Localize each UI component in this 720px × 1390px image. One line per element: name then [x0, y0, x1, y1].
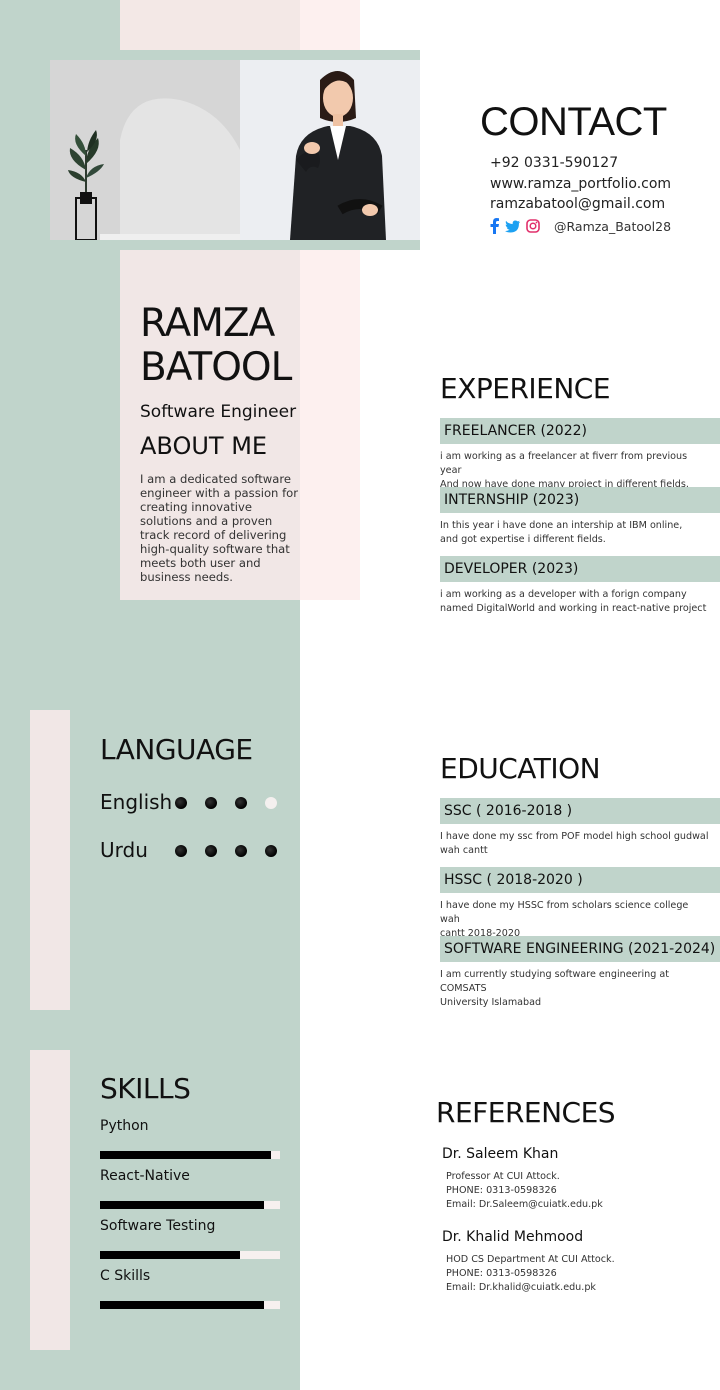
reference-name: Dr. Saleem Khan: [442, 1146, 559, 1162]
education-description: I have done my ssc from POF model high s…: [440, 830, 710, 858]
instagram-icon[interactable]: [526, 219, 540, 233]
skill-name: C Skills: [100, 1268, 151, 1284]
education-heading: SOFTWARE ENGINEERING (2021-2024): [440, 936, 720, 962]
rating-dot-filled: [205, 845, 217, 857]
skills-accent-bar: [30, 1050, 70, 1350]
reference-name: Dr. Khalid Mehmood: [442, 1229, 584, 1245]
decorative-block: [300, 0, 360, 50]
experience-description: i am working as a developer with a forig…: [440, 588, 710, 616]
language-rating: [175, 845, 277, 857]
reference-role: Professor At CUI Attock.: [446, 1171, 560, 1182]
last-name: BATOOL: [140, 345, 292, 390]
reference-role: HOD CS Department At CUI Attock.: [446, 1254, 615, 1265]
description-line: and got expertise i different fields.: [440, 534, 606, 545]
description-line: I have done my ssc from POF model high s…: [440, 831, 709, 842]
skill-bar-fill: [100, 1201, 264, 1209]
social-links: @Ramza_Batool28: [490, 218, 671, 234]
rating-dot-filled: [265, 845, 277, 857]
skill-bar-fill: [100, 1301, 264, 1309]
skills-title: SKILLS: [100, 1072, 191, 1105]
rating-dot-filled: [175, 845, 187, 857]
reference-email[interactable]: Email: Dr.Saleem@cuiatk.edu.pk: [446, 1199, 603, 1210]
contact-phone[interactable]: +92 0331-590127: [490, 155, 618, 171]
education-heading: HSSC ( 2018-2020 ): [440, 867, 720, 893]
job-title: Software Engineer: [140, 402, 297, 422]
description-line: named DigitalWorld and working in react-…: [440, 603, 707, 614]
description-line: I am currently studying software enginee…: [440, 969, 669, 994]
education-title: EDUCATION: [440, 752, 601, 785]
education-description: I am currently studying software enginee…: [440, 968, 710, 1010]
full-name: RAMZA BATOOL: [140, 301, 292, 390]
description-line: University Islamabad: [440, 997, 542, 1008]
skill-name: Software Testing: [100, 1218, 216, 1234]
skill-bar-fill: [100, 1151, 271, 1159]
language-name: English: [100, 790, 173, 814]
experience-heading: FREELANCER (2022): [440, 418, 720, 444]
first-name: RAMZA: [140, 301, 275, 346]
experience-description: i am working as a freelancer at fiverr f…: [440, 450, 710, 492]
reference-phone: PHONE: 0313-0598326: [446, 1185, 557, 1196]
rating-dot-filled: [235, 797, 247, 809]
contact-title: CONTACT: [480, 100, 667, 144]
twitter-icon[interactable]: [505, 219, 520, 233]
description-line: wah cantt: [440, 845, 488, 856]
language-rating: [175, 797, 277, 809]
skill-bar-fill: [100, 1251, 241, 1259]
experience-description: In this year i have done an intership at…: [440, 519, 710, 547]
plant-illustration: [68, 98, 240, 240]
profile-photo: [240, 60, 420, 240]
language-title: LANGUAGE: [100, 733, 253, 766]
reference-email[interactable]: Email: Dr.khalid@cuiatk.edu.pk: [446, 1282, 596, 1293]
skill-name: React-Native: [100, 1168, 190, 1184]
description-line: In this year i have done an intership at…: [440, 520, 683, 531]
about-text: I am a dedicated software engineer with …: [140, 472, 299, 584]
skill-bar: [100, 1201, 280, 1209]
language-name: Urdu: [100, 838, 148, 862]
experience-title: EXPERIENCE: [440, 372, 611, 405]
description-line: i am working as a developer with a forig…: [440, 589, 687, 600]
education-description: I have done my HSSC from scholars scienc…: [440, 899, 710, 941]
experience-heading: INTERNSHIP (2023): [440, 487, 720, 513]
education-heading: SSC ( 2016-2018 ): [440, 798, 720, 824]
photo-background: [50, 60, 240, 240]
social-handle[interactable]: @Ramza_Batool28: [554, 219, 671, 234]
about-title: ABOUT ME: [140, 432, 268, 460]
decorative-block: [120, 0, 300, 50]
rating-dot-filled: [205, 797, 217, 809]
facebook-icon[interactable]: [490, 218, 499, 234]
contact-email[interactable]: ramzabatool@gmail.com: [490, 196, 665, 212]
reference-phone: PHONE: 0313-0598326: [446, 1268, 557, 1279]
experience-heading: DEVELOPER (2023): [440, 556, 720, 582]
skill-name: Python: [100, 1118, 149, 1134]
references-title: REFERENCES: [436, 1096, 616, 1129]
skill-bar: [100, 1251, 280, 1259]
skill-bar: [100, 1301, 280, 1309]
rating-dot-filled: [175, 797, 187, 809]
decorative-block: [300, 250, 360, 600]
skill-bar: [100, 1151, 280, 1159]
description-line: i am working as a freelancer at fiverr f…: [440, 451, 688, 476]
rating-dot-empty: [265, 797, 277, 809]
rating-dot-filled: [235, 845, 247, 857]
description-line: I have done my HSSC from scholars scienc…: [440, 900, 689, 925]
language-accent-bar: [30, 710, 70, 1010]
person-illustration: [290, 71, 386, 240]
contact-website[interactable]: www.ramza_portfolio.com: [490, 176, 671, 192]
